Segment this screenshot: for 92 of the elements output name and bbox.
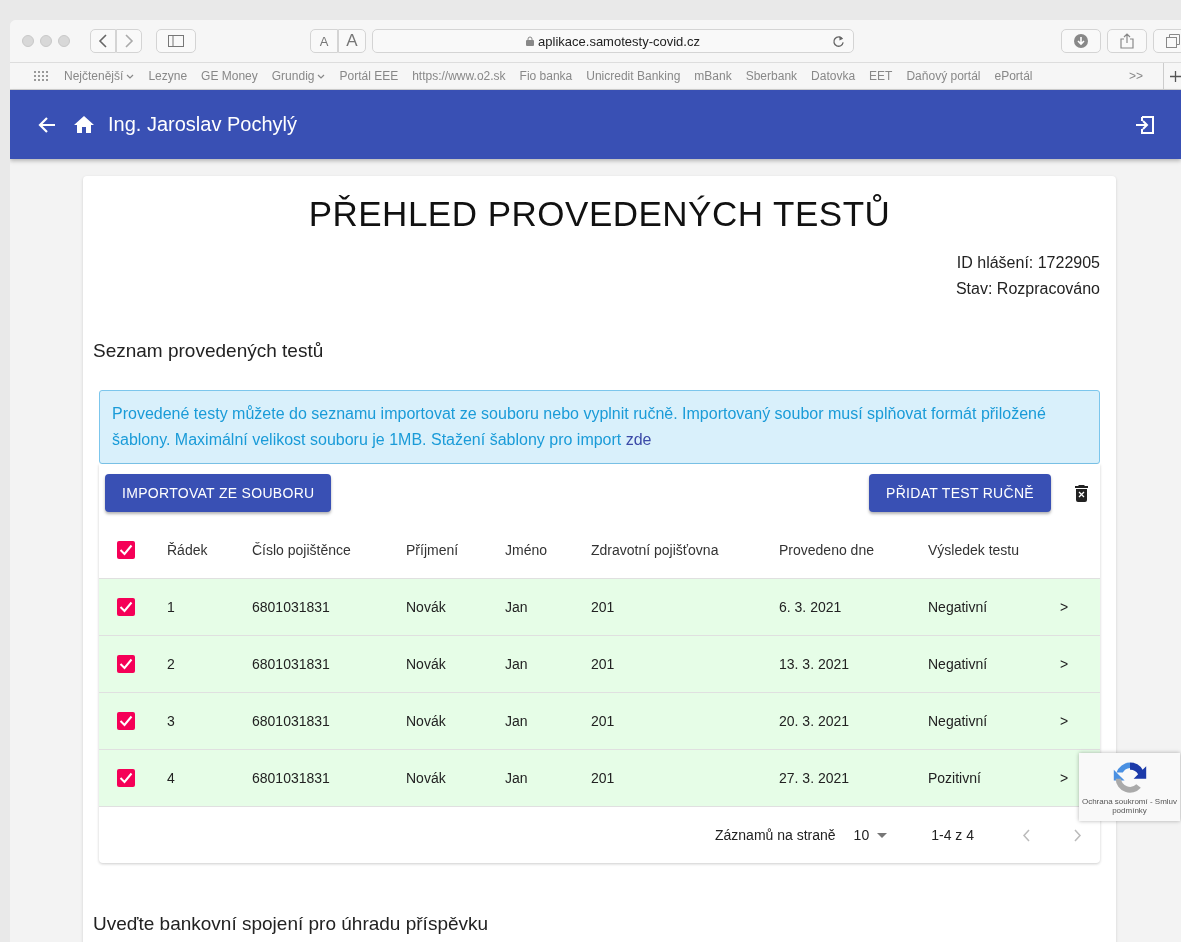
table-cell-text: Negativní <box>928 599 989 615</box>
column-header[interactable]: Zdravotní pojišťovna <box>591 542 779 558</box>
table-cell-text: 201 <box>591 713 616 729</box>
bookmark-link[interactable]: Unicredit Banking <box>586 69 681 83</box>
table-cell-text: 13. 3. 2021 <box>779 656 851 672</box>
rows-per-page-label: Záznamů na straně <box>715 827 836 843</box>
bookmark-link[interactable]: Nejčtenější <box>64 69 135 83</box>
dropdown-caret-icon <box>877 832 888 838</box>
template-download-link[interactable]: zde <box>625 431 652 448</box>
table-cell-text: Novák <box>406 770 447 786</box>
bookmark-link[interactable]: ePortál <box>994 69 1033 83</box>
table-cell-text: Pozitivní <box>928 770 982 786</box>
table-cell-text: 4 <box>167 770 176 786</box>
chevron-right-icon <box>124 34 134 48</box>
address-bar[interactable]: aplikace.samotesty-covid.cz <box>372 29 854 53</box>
table-cell-text: Jan <box>505 656 529 672</box>
report-status: Stav: Rozpracováno <box>955 279 1100 299</box>
row-open-button[interactable]: > <box>1060 656 1069 672</box>
table-cell-text: 1 <box>167 599 176 615</box>
more-bookmarks-button[interactable]: >> <box>1129 69 1143 83</box>
bookmark-link[interactable]: https://www.o2.sk <box>412 69 506 83</box>
trash-icon[interactable] <box>1075 484 1088 502</box>
download-button[interactable] <box>1061 29 1101 53</box>
bookmark-link[interactable]: Grundig <box>271 69 326 83</box>
table-cell-text: 6801031831 <box>252 656 331 672</box>
column-header[interactable]: Výsledek testu <box>928 542 1020 558</box>
table-cell-text: Jan <box>505 770 529 786</box>
table-cell-text: 201 <box>591 770 616 786</box>
table-cell-text: 3 <box>167 713 176 729</box>
plus-icon[interactable] <box>1170 70 1181 82</box>
back-arrow-icon[interactable] <box>38 116 56 133</box>
bookmark-link[interactable]: GE Money <box>201 69 258 83</box>
column-header[interactable]: Provedeno dne <box>779 542 928 558</box>
text-smaller-button[interactable]: A <box>310 29 338 53</box>
table-cell-text: 201 <box>591 599 616 615</box>
apps-grid-icon[interactable] <box>34 71 50 81</box>
download-icon <box>1074 34 1088 48</box>
add-test-button[interactable]: PŘIDAT TEST RUČNĚ <box>869 474 1051 512</box>
info-alert: Provedené testy můžete do seznamu importovat ze souboru nebo vyplnit ručně. Importovaný soubor musí splňovat formát přiložené šablony. Maximální velikost souboru je 1MB. Stažení šablony pro import zde <box>99 390 1100 464</box>
lock-icon <box>526 36 535 46</box>
table-cell-text: 6801031831 <box>252 599 331 615</box>
bookmark-link[interactable]: Daňový portál <box>906 69 981 83</box>
text-larger-button[interactable]: A <box>338 29 366 53</box>
logout-icon[interactable] <box>1135 115 1155 134</box>
table-cell-text: Negativní <box>928 656 989 672</box>
table-cell-text: Negativní <box>928 713 989 729</box>
table-cell-text: Novák <box>406 599 447 615</box>
table-cell-text: 201 <box>591 656 616 672</box>
share-icon <box>1120 33 1134 49</box>
column-header[interactable]: Řádek <box>167 542 252 558</box>
report-id: ID hlášení: 1722905 <box>956 253 1100 273</box>
bookmark-link[interactable]: mBank <box>694 69 732 83</box>
table-cell-text: Jan <box>505 713 529 729</box>
page-title: PŘEHLED PROVEDENÝCH TESTŮ <box>307 194 892 234</box>
bookmark-link[interactable]: Datovka <box>811 69 856 83</box>
user-name: Ing. Jaroslav Pochylý <box>108 113 297 136</box>
sidebar-icon <box>168 35 184 47</box>
checkbox[interactable] <box>117 655 135 673</box>
section-title: Seznam provedených testů <box>93 340 325 362</box>
home-icon[interactable] <box>74 116 94 133</box>
table-cell-text: 20. 3. 2021 <box>779 713 851 729</box>
table-cell-text: 6. 3. 2021 <box>779 599 843 615</box>
table-cell-text: 6801031831 <box>252 770 331 786</box>
table-cell-text: 2 <box>167 656 176 672</box>
section-title: Uveďte bankovní spojení pro úhradu příspěvku <box>93 913 490 935</box>
rows-per-page-select[interactable]: 10 <box>853 827 888 843</box>
column-header[interactable]: Příjmení <box>406 542 505 558</box>
table-cell-text: Novák <box>406 656 447 672</box>
row-open-button[interactable]: > <box>1060 599 1069 615</box>
chevron-left-icon <box>98 34 108 48</box>
tabs-button[interactable] <box>1153 29 1181 53</box>
table-cell-text: Novák <box>406 713 447 729</box>
column-header[interactable]: Jméno <box>505 542 591 558</box>
checkbox[interactable] <box>117 712 135 730</box>
bookmark-link[interactable]: Fio banka <box>519 69 573 83</box>
back-button[interactable] <box>90 29 116 53</box>
column-header[interactable]: Číslo pojištěnce <box>252 542 406 558</box>
sidebar-button[interactable] <box>156 29 196 53</box>
checkbox[interactable] <box>117 598 135 616</box>
bookmark-link[interactable]: Portál EEE <box>339 69 399 83</box>
table-cell-text: 27. 3. 2021 <box>779 770 851 786</box>
page-range: 1-4 z 4 <box>931 827 974 843</box>
import-button[interactable]: IMPORTOVAT ZE SOUBORU <box>105 474 332 512</box>
bookmark-link[interactable]: Sberbank <box>745 69 798 83</box>
row-open-button[interactable]: > <box>1060 713 1069 729</box>
tabs-icon <box>1166 34 1180 48</box>
table-cell-text: Jan <box>505 599 529 615</box>
table-cell-text: 6801031831 <box>252 713 331 729</box>
checkbox[interactable] <box>117 769 135 787</box>
row-open-button[interactable]: > <box>1060 770 1069 786</box>
reload-icon[interactable] <box>832 34 845 48</box>
checkbox[interactable] <box>117 541 135 559</box>
